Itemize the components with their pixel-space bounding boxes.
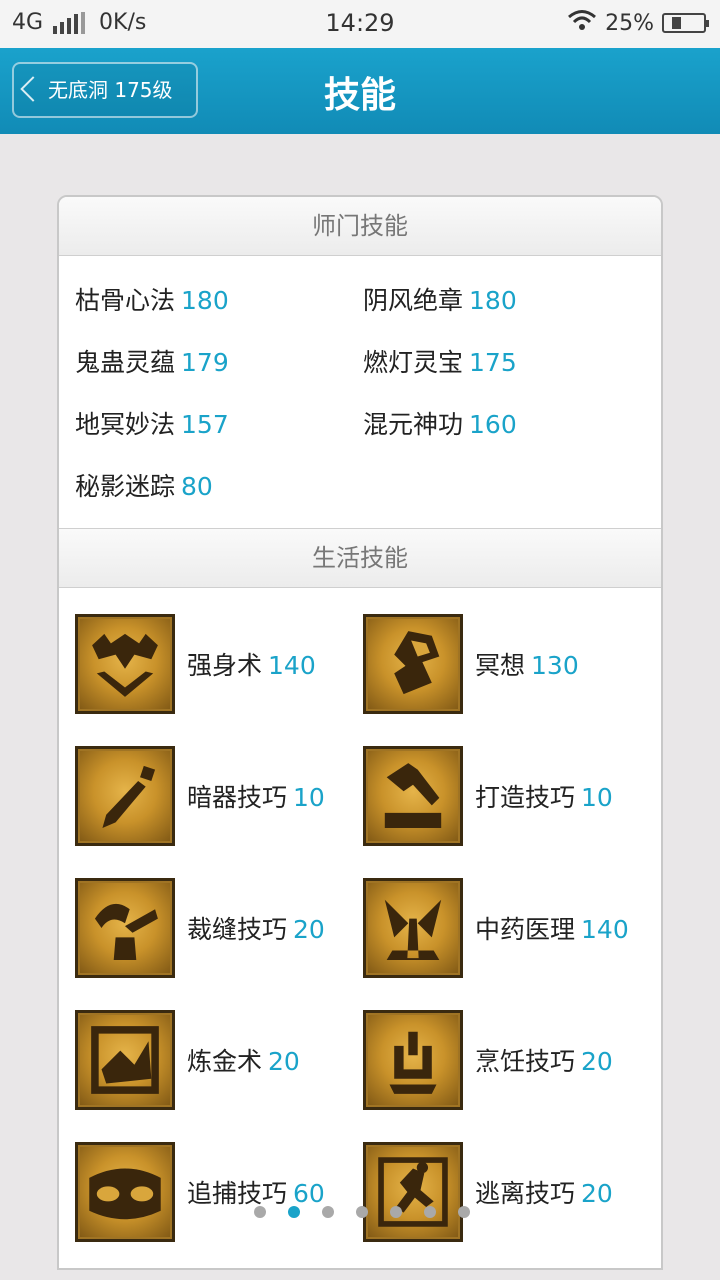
life-skill-item[interactable]: 烹饪技巧 20 [363,1010,651,1110]
school-skill-item[interactable]: 混元神功 160 [363,408,651,442]
page-dot[interactable] [356,1206,368,1218]
life-skill-item[interactable]: 强身术 140 [75,614,363,714]
status-bar: 4G 0K/s 14:29 25% [0,0,720,48]
skill-name: 冥想 [475,651,526,680]
life-skill-label: 炼金术 20 [187,1042,300,1078]
life-skill-item[interactable]: 逃离技巧 20 [363,1142,651,1242]
life-skill-item[interactable]: 追捕技巧 60 [75,1142,363,1242]
chevron-left-icon [20,76,46,102]
skill-name: 逃离技巧 [475,1179,576,1208]
life-skill-item[interactable]: 炼金术 20 [75,1010,363,1110]
skill-name: 燃灯灵宝 [363,348,464,377]
skills-card: 师门技能 枯骨心法 180 阴风绝章 180 鬼蛊灵蕴 179 燃灯灵宝 175 地冥妙法 157… [57,195,663,1270]
page-dot[interactable] [390,1206,402,1218]
skill-name: 鬼蛊灵蕴 [75,348,176,377]
school-skills-header: 师门技能 [59,197,661,256]
mask-icon [75,1142,175,1242]
life-skill-label: 中药医理 140 [475,910,629,946]
skill-level: 180 [181,286,229,315]
cooking-icon [363,1010,463,1110]
life-skills-list: 强身术 140 冥想 130 暗器技巧 10 打造技巧 10 裁缝技巧 20 中药医理 140 炼金术 2… [59,588,661,1242]
skill-level: 140 [268,651,316,680]
life-skill-item[interactable]: 打造技巧 10 [363,746,651,846]
battery-percent: 25% [605,10,654,36]
skill-name: 暗器技巧 [187,783,288,812]
school-skills-list: 枯骨心法 180 阴风绝章 180 鬼蛊灵蕴 179 燃灯灵宝 175 地冥妙法 157 混元神功 1… [59,256,661,528]
life-skill-label: 冥想 130 [475,646,579,682]
page-dot[interactable] [288,1206,300,1218]
life-skill-label: 裁缝技巧 20 [187,910,325,946]
meditation-icon [363,614,463,714]
skill-name: 裁缝技巧 [187,915,288,944]
skill-name: 追捕技巧 [187,1179,288,1208]
skill-level: 80 [181,472,213,501]
skill-name: 强身术 [187,651,263,680]
skill-level: 180 [469,286,517,315]
strength-icon [75,614,175,714]
school-skill-item[interactable]: 鬼蛊灵蕴 179 [75,346,363,380]
skill-name: 地冥妙法 [75,410,176,439]
skill-name: 炼金术 [187,1047,263,1076]
life-skill-item[interactable]: 冥想 130 [363,614,651,714]
skill-name: 中药医理 [475,915,576,944]
school-skill-item[interactable]: 秘影迷踪 80 [75,470,363,504]
hammer-icon [363,746,463,846]
page-dot[interactable] [254,1206,266,1218]
skill-level: 20 [268,1047,300,1076]
herb-icon [363,878,463,978]
skill-level: 140 [581,915,629,944]
life-skill-label: 追捕技巧 60 [187,1174,325,1210]
school-skill-item[interactable]: 阴风绝章 180 [363,284,651,318]
skill-level: 130 [531,651,579,680]
back-button-label: 无底洞 175级 [48,78,173,102]
life-skill-label: 暗器技巧 10 [187,778,325,814]
skill-name: 阴风绝章 [363,286,464,315]
school-skill-item[interactable]: 燃灯灵宝 175 [363,346,651,380]
life-skill-label: 逃离技巧 20 [475,1174,613,1210]
wifi-icon [567,9,597,37]
battery-icon [662,13,709,33]
scissors-icon [75,878,175,978]
title-bar: 无底洞 175级 技能 [0,48,720,134]
school-skill-item[interactable]: 地冥妙法 157 [75,408,363,442]
page-dot[interactable] [424,1206,436,1218]
skill-name: 混元神功 [363,410,464,439]
back-button[interactable]: 无底洞 175级 [12,62,198,118]
skill-level: 20 [581,1179,613,1208]
page-indicator [254,1206,470,1218]
skill-name: 打造技巧 [475,783,576,812]
skill-level: 60 [293,1179,325,1208]
life-skill-label: 打造技巧 10 [475,778,613,814]
page-dot[interactable] [322,1206,334,1218]
escape-icon [363,1142,463,1242]
dart-icon [75,746,175,846]
school-skill-item[interactable]: 枯骨心法 180 [75,284,363,318]
skill-level: 160 [469,410,517,439]
skill-level: 20 [581,1047,613,1076]
skill-level: 179 [181,348,229,377]
skill-level: 10 [293,783,325,812]
skill-level: 157 [181,410,229,439]
life-skill-item[interactable]: 裁缝技巧 20 [75,878,363,978]
skill-name: 烹饪技巧 [475,1047,576,1076]
page-dot[interactable] [458,1206,470,1218]
skill-name: 秘影迷踪 [75,472,176,501]
life-skill-item[interactable]: 暗器技巧 10 [75,746,363,846]
skill-level: 175 [469,348,517,377]
life-skills-header: 生活技能 [59,528,661,588]
skill-name: 枯骨心法 [75,286,176,315]
skill-level: 10 [581,783,613,812]
alchemy-icon [75,1010,175,1110]
skill-level: 20 [293,915,325,944]
life-skill-label: 烹饪技巧 20 [475,1042,613,1078]
life-skill-item[interactable]: 中药医理 140 [363,878,651,978]
life-skill-label: 强身术 140 [187,646,316,682]
